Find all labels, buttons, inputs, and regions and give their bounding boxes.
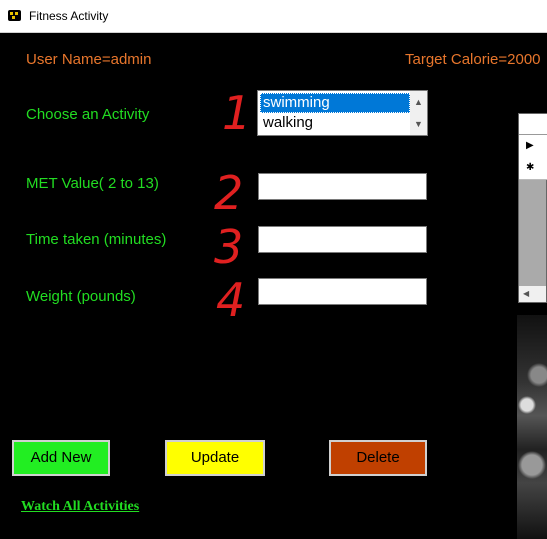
grid-horizontal-scrollbar[interactable]: ◀ [519,286,546,302]
main-panel: User Name=admin Target Calorie=2000 Choo… [0,33,547,539]
add-new-button[interactable]: Add New [12,440,110,476]
activity-label: Choose an Activity [26,106,150,123]
annotation-2: 2 [214,166,244,220]
grid-row[interactable]: ▶ [519,135,547,158]
listbox-scrollbar[interactable]: ▲ ▼ [410,91,427,135]
time-label: Time taken (minutes) [26,231,167,248]
weight-label: Weight (pounds) [26,288,136,305]
annotation-4: 4 [216,273,246,327]
new-row-icon: ✱ [526,162,535,173]
activities-grid[interactable]: ▶ ✱ ◀ [518,113,547,303]
activity-option-walking[interactable]: walking [260,113,410,133]
weight-input[interactable] [258,278,427,305]
annotation-3: 3 [214,220,244,274]
app-icon [8,10,21,21]
scroll-up-icon[interactable]: ▲ [410,91,427,113]
target-calorie-label: Target Calorie=2000 [405,51,541,68]
window-title: Fitness Activity [29,9,109,23]
scroll-down-icon[interactable]: ▼ [410,113,427,135]
met-label: MET Value( 2 to 13) [26,175,159,192]
row-pointer-icon: ▶ [526,140,534,151]
user-name-label: User Name=admin [26,51,152,68]
activity-listbox[interactable]: swimming walking ▲ ▼ [257,90,428,136]
update-button[interactable]: Update [165,440,265,476]
scroll-left-icon[interactable]: ◀ [523,289,529,298]
grid-header [519,114,547,135]
grid-new-row[interactable]: ✱ [519,157,547,180]
title-bar: Fitness Activity [0,0,547,33]
activity-option-swimming[interactable]: swimming [260,93,410,113]
delete-button[interactable]: Delete [329,440,427,476]
background-photo [517,315,547,539]
time-taken-input[interactable] [258,226,427,253]
watch-all-activities-link[interactable]: Watch All Activities [21,499,139,515]
met-value-input[interactable] [258,173,427,200]
annotation-1: 1 [222,86,252,140]
